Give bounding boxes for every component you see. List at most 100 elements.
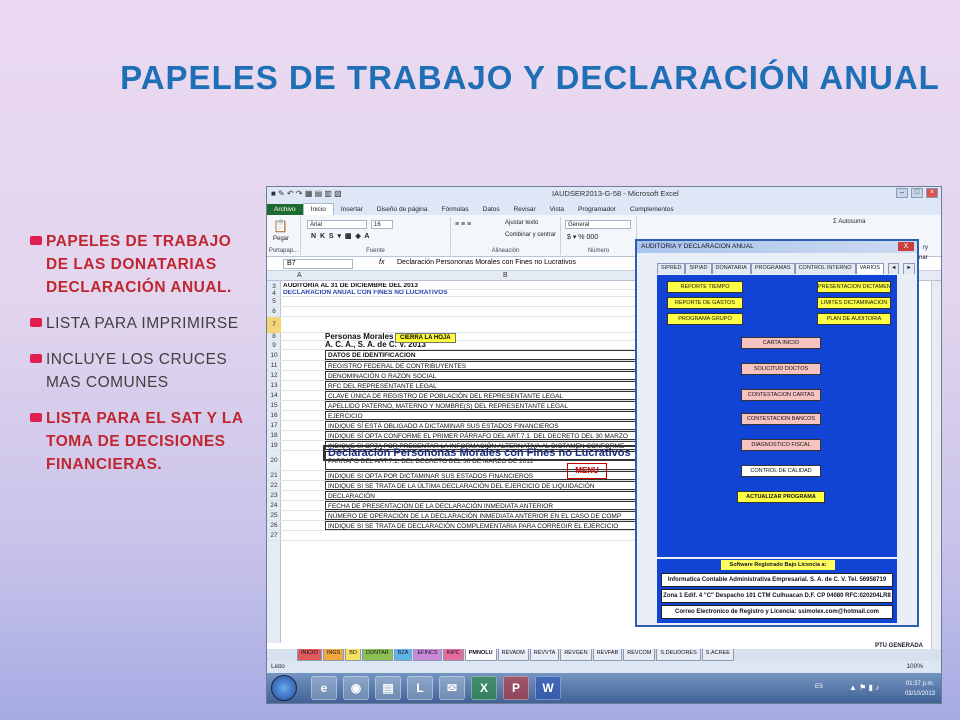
tab-control-interno[interactable]: CONTROL INTERNO — [794, 263, 856, 274]
row-number[interactable]: 17 — [267, 421, 281, 431]
row-number[interactable]: 22 — [267, 481, 281, 491]
table-row[interactable]: 12 DENOMINACIÓN O RAZON SOCIAL — [267, 371, 641, 381]
contestacion-bancos-button[interactable]: CONTESTACION BANCOS — [741, 413, 821, 425]
vertical-scrollbar[interactable] — [931, 281, 941, 649]
currency-icon[interactable]: $ ▾ % 000 — [567, 233, 598, 241]
close-icon[interactable]: × — [926, 188, 938, 198]
row-number[interactable]: 20 — [267, 451, 281, 471]
table-row[interactable]: 16 EJERCICIO — [267, 411, 641, 421]
table-row[interactable]: 11 REGISTRO FEDERAL DE CONTRIBUYENTES — [267, 361, 641, 371]
ie-icon[interactable]: e — [311, 676, 337, 700]
row-number[interactable]: 12 — [267, 371, 281, 381]
presentacion-dictamen-button[interactable]: PRESENTACION DICTAMEN — [817, 281, 891, 293]
minimize-icon[interactable]: – — [896, 188, 908, 198]
tab-archivo[interactable]: Archivo — [267, 204, 303, 215]
row-number[interactable]: 16 — [267, 411, 281, 421]
start-button-icon[interactable] — [271, 675, 297, 701]
sheet-tab[interactable]: EFINCS — [413, 649, 442, 661]
tab-next-icon[interactable]: ► — [903, 263, 915, 274]
name-box[interactable]: B7 — [283, 259, 353, 269]
row-number[interactable]: 9 — [267, 341, 281, 350]
plan-auditoria-button[interactable]: PLAN DE AUDITORIA — [817, 313, 891, 325]
row-number[interactable]: 13 — [267, 381, 281, 391]
row-number[interactable]: 6 — [267, 307, 281, 317]
sheet-tab[interactable]: PMNOLU — [464, 649, 497, 661]
language-indicator[interactable]: ES — [815, 684, 823, 690]
tab-sipred[interactable]: SIPRED — [657, 263, 686, 274]
table-row[interactable]: 7 — [267, 317, 639, 333]
sheet-tab[interactable]: INPC — [442, 649, 464, 661]
maximize-icon[interactable]: □ — [911, 188, 923, 198]
sheet-tab[interactable]: REVVTA — [529, 649, 560, 661]
row-number[interactable]: 18 — [267, 431, 281, 441]
clock[interactable]: 01:37 p.m. 03/10/2013 — [905, 679, 935, 699]
paste-icon[interactable]: 📋 — [273, 219, 288, 233]
table-row[interactable]: 5 — [267, 297, 639, 307]
row-number[interactable]: 7 — [267, 317, 281, 333]
explorer-icon[interactable]: ▤ — [375, 676, 401, 700]
tab-insertar[interactable]: Insertar — [334, 204, 370, 215]
row-number[interactable]: 15 — [267, 401, 281, 411]
row-number[interactable]: 26 — [267, 521, 281, 531]
row-number[interactable]: 5 — [267, 297, 281, 307]
table-row[interactable]: 24 FECHA DE PRESENTACIÓN DE LA DECLARACIÓ… — [267, 501, 641, 511]
mail-icon[interactable]: ✉ — [439, 676, 465, 700]
sheet-tab[interactable]: REVGEN — [560, 649, 592, 661]
table-row[interactable]: 4 DECLARACION ANUAL CON FINES NO LUCRATIV… — [267, 290, 639, 297]
word-icon[interactable]: W — [535, 676, 561, 700]
tab-datos[interactable]: Datos — [476, 204, 507, 215]
row-number[interactable]: 8 — [267, 333, 281, 341]
merge-center-button[interactable]: Combinar y centrar — [505, 232, 556, 238]
bold-icon[interactable]: N K S ▾ ▦ ◈ A — [311, 232, 369, 240]
row-number[interactable]: 19 — [267, 441, 281, 451]
quick-access-icons[interactable]: ■ ✎ ↶ ↷ ▦ ▤ ▥ ▧ — [271, 189, 342, 198]
excel-icon[interactable]: X — [471, 676, 497, 700]
sheet-tab[interactable]: BZA — [393, 649, 413, 661]
tab-diseno[interactable]: Diseño de página — [370, 204, 435, 215]
limites-dictaminacion-button[interactable]: LIMITES DICTAMINACION — [817, 297, 891, 309]
tab-vista[interactable]: Vista — [543, 204, 571, 215]
sheet-tab[interactable]: INGS — [322, 649, 345, 661]
paste-button[interactable]: Pegar — [273, 236, 289, 242]
column-header-b[interactable]: B — [503, 272, 508, 279]
table-row[interactable]: 14 CLAVE ÚNICA DE REGISTRO DE POBLACIÓN D… — [267, 391, 641, 401]
sheet-grid[interactable]: 3 AUDITORIA AL 31 DE DICIEMBRE DEL 2013 4 D… — [267, 281, 641, 643]
dialog-close-icon[interactable]: X — [898, 242, 914, 251]
zoom-level[interactable]: 100% — [906, 663, 923, 670]
menu-button[interactable]: MENU — [567, 463, 607, 479]
formula-input[interactable]: Declaración Persononas Morales con Fines… — [397, 259, 576, 266]
row-number[interactable]: 10 — [267, 350, 281, 361]
table-row[interactable]: 25 NÚMERO DE OPERACIÓN DE LA DECLARACIÓN … — [267, 511, 641, 521]
row-number[interactable]: 4 — [267, 290, 281, 297]
carta-inicio-button[interactable]: CARTA INICIO — [741, 337, 821, 349]
row-number[interactable]: 25 — [267, 511, 281, 521]
row-number[interactable]: 27 — [267, 531, 281, 541]
tray-icons[interactable]: ▲ ⚑ ▮ ♪ — [849, 683, 879, 692]
actualizar-programa-button[interactable]: ACTUALIZAR PROGRAMA — [737, 491, 825, 503]
sheet-tab[interactable]: REVFAB — [592, 649, 623, 661]
table-row[interactable]: 10 DATOS DE IDENTIFICACION — [267, 350, 641, 361]
font-name-select[interactable]: Arial — [307, 220, 367, 229]
row-number[interactable]: 3 — [267, 283, 281, 290]
tab-inicio[interactable]: Inicio — [302, 203, 334, 215]
tab-programas[interactable]: PROGRAMAS — [750, 263, 795, 274]
table-row[interactable]: 17 INDIQUE SÍ ESTÁ OBLIGADO A DICTAMINAR … — [267, 421, 641, 431]
autosum-button[interactable]: Σ Autosuma — [833, 219, 865, 225]
contestacion-cartas-button[interactable]: CONTESTACION CARTAS — [741, 389, 821, 401]
font-size-select[interactable]: 16 — [371, 220, 393, 229]
row-number[interactable]: 14 — [267, 391, 281, 401]
row-number[interactable]: 24 — [267, 501, 281, 511]
sheet-tab[interactable]: INICIO — [297, 649, 322, 661]
sheet-tab[interactable]: BD — [345, 649, 361, 661]
fx-icon[interactable]: fx — [379, 259, 384, 266]
number-format-select[interactable]: General — [565, 220, 631, 229]
tab-revisar[interactable]: Revisar — [507, 204, 543, 215]
reporte-tiempo-button[interactable]: REPORTE TIEMPO — [667, 281, 743, 293]
tab-complementos[interactable]: Complementos — [623, 204, 681, 215]
table-row[interactable]: 22 INDIQUE SI SE TRATA DE LA ÚLTIMA DECLA… — [267, 481, 641, 491]
tab-sipiad[interactable]: SIPIAD — [685, 263, 712, 274]
pdf-icon[interactable]: P — [503, 676, 529, 700]
sheet-tab[interactable]: REVCOM — [623, 649, 656, 661]
table-row[interactable]: 18 INDIQUE SÍ OPTA CONFORME EL PRIMER PÁR… — [267, 431, 641, 441]
programa-grupo-button[interactable]: PROGRAMA GRUPO — [667, 313, 743, 325]
